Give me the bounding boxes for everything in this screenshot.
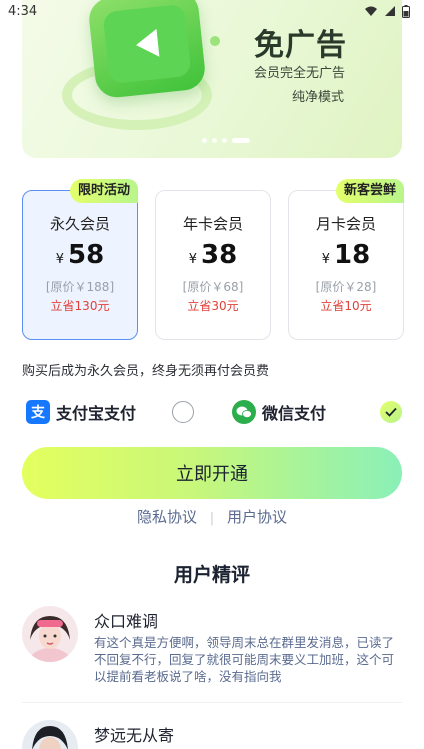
- alipay-radio[interactable]: [172, 401, 194, 423]
- carousel-dot[interactable]: [222, 138, 227, 143]
- plan-name: 永久会员: [49, 215, 110, 233]
- play-icon: [134, 28, 160, 60]
- carousel-dot[interactable]: [202, 138, 207, 143]
- status-icons: [364, 4, 410, 18]
- banner-headline: 免广告: [254, 28, 347, 63]
- wechat-icon: [232, 400, 256, 424]
- plan-savings: 立省30元: [187, 299, 239, 313]
- plan-original-price: [原价￥68]: [182, 280, 244, 294]
- plan-original-price: [原价￥188]: [45, 280, 115, 294]
- plan-name: 年卡会员: [182, 215, 243, 233]
- signal-icon: [385, 6, 395, 16]
- carousel-dot[interactable]: [212, 138, 217, 143]
- currency-symbol: ¥: [321, 252, 331, 267]
- promo-banner[interactable]: 免广告 会员完全无广告 纯净模式: [22, 0, 402, 158]
- plan-price-value: 18: [334, 240, 371, 270]
- review-divider: [22, 702, 402, 703]
- payment-label: 微信支付: [262, 404, 327, 423]
- review-username: 梦远无从寄: [94, 726, 175, 745]
- plan-card-yearly[interactable]: 年卡会员 ¥38 [原价￥68] 立省30元: [155, 190, 271, 340]
- battery-icon: [402, 4, 410, 18]
- avatar: [22, 606, 78, 662]
- plan-card-monthly[interactable]: 新客尝鲜 月卡会员 ¥18 [原价￥28] 立省10元: [288, 179, 404, 340]
- plan-tag: 新客尝鲜: [335, 179, 404, 203]
- plan-price-value: 58: [68, 240, 105, 270]
- plan-savings: 立省130元: [50, 299, 110, 313]
- user-agreement-link[interactable]: 用户协议: [227, 508, 287, 526]
- avatar: [22, 720, 78, 749]
- plan-name: 月卡会员: [315, 215, 376, 233]
- payment-label: 支付宝支付: [56, 404, 137, 423]
- banner-dot-decoration: [210, 36, 220, 46]
- plan-savings: 立省10元: [320, 299, 372, 313]
- carousel-dot-active[interactable]: [232, 138, 250, 143]
- purchase-note: 购买后成为永久会员，终身无须再付会员费: [22, 364, 270, 379]
- banner-subtitle-2: 纯净模式: [292, 90, 345, 105]
- plan-tag: 限时活动: [69, 179, 138, 203]
- payment-option-alipay[interactable]: 支 支付宝支付: [26, 398, 136, 426]
- currency-symbol: ¥: [55, 252, 65, 267]
- alipay-icon: 支: [26, 400, 50, 424]
- currency-symbol: ¥: [188, 252, 198, 267]
- agreement-links: 隐私协议 | 用户协议: [0, 506, 424, 527]
- subscribe-button[interactable]: 立即开通: [22, 447, 402, 499]
- plan-price: ¥18: [289, 240, 403, 270]
- plan-card-lifetime[interactable]: 限时活动 永久会员 ¥58 [原价￥188] 立省130元: [22, 179, 138, 340]
- link-separator: |: [209, 511, 215, 526]
- plan-original-price: [原价￥28]: [315, 280, 377, 294]
- banner-subtitle-1: 会员完全无广告: [254, 66, 346, 81]
- review-username: 众口难调: [94, 612, 159, 631]
- review-text: 有这个真是方便啊，领导周末总在群里发消息，已读了不回复不行，回复了就很可能周末要…: [94, 635, 395, 684]
- privacy-policy-link[interactable]: 隐私协议: [137, 508, 197, 526]
- check-icon: [385, 407, 397, 417]
- plan-price-value: 38: [201, 240, 238, 270]
- wifi-icon: [365, 6, 377, 16]
- status-bar: 4:34: [0, 0, 424, 22]
- carousel-indicator: [202, 138, 250, 143]
- plan-options: 限时活动 永久会员 ¥58 [原价￥188] 立省130元 年卡会员 ¥38 […: [22, 179, 404, 340]
- wechat-radio-checked[interactable]: [380, 401, 402, 423]
- plan-price: ¥38: [156, 240, 270, 270]
- payment-option-wechat[interactable]: 微信支付: [232, 398, 326, 426]
- review-item: 梦远无从寄: [22, 720, 402, 749]
- status-time: 4:34: [8, 3, 38, 19]
- reviews-title: 用户精评: [173, 564, 250, 586]
- plan-price: ¥58: [23, 240, 137, 270]
- review-item: 众口难调 有这个真是方便啊，领导周末总在群里发消息，已读了不回复不行，回复了就很…: [22, 606, 402, 696]
